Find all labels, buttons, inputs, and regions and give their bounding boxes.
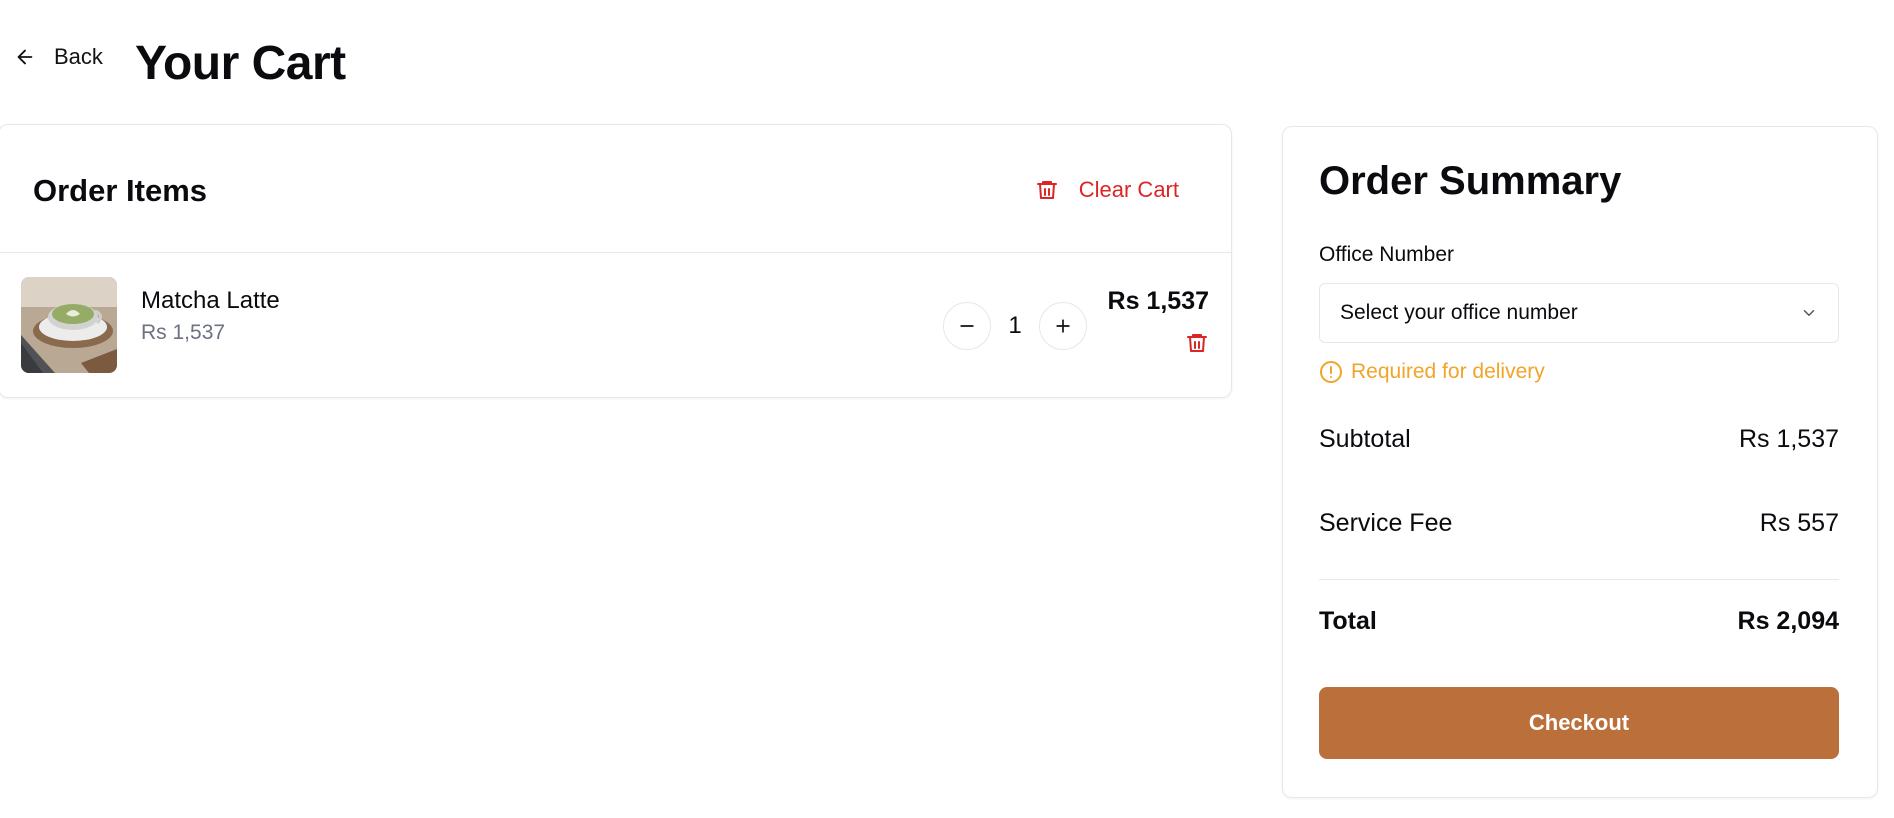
order-summary-card: Order Summary Office Number Select your … (1282, 126, 1878, 798)
total-value: Rs 2,094 (1737, 607, 1839, 635)
service-fee-label: Service Fee (1319, 509, 1453, 537)
order-items-title: Order Items (33, 173, 208, 208)
trash-icon (1187, 334, 1207, 352)
page-title: Your Cart (135, 37, 346, 90)
back-label: Back (54, 44, 103, 69)
summary-divider (1319, 579, 1839, 580)
trash-icon (1036, 181, 1057, 199)
checkout-button[interactable]: Checkout (1319, 687, 1839, 759)
item-name: Matcha Latte (141, 287, 280, 314)
item-unit-price: Rs 1,537 (141, 321, 226, 344)
item-quantity: 1 (1008, 312, 1022, 339)
increase-quantity-button[interactable] (1039, 302, 1087, 350)
back-button[interactable]: Back (14, 44, 103, 70)
total-row: Total Rs 2,094 (1319, 607, 1839, 636)
office-warning-text: Required for delivery (1351, 360, 1545, 383)
chevron-down-icon (1803, 310, 1815, 316)
office-number-select[interactable]: Select your office number (1319, 283, 1839, 343)
subtotal-row: Subtotal Rs 1,537 (1319, 425, 1839, 454)
arrow-left-icon (17, 49, 33, 65)
service-fee-value: Rs 557 (1759, 509, 1839, 537)
item-line-total: Rs 1,537 (1107, 287, 1209, 315)
clear-cart-button[interactable]: Clear Cart (1035, 177, 1179, 203)
order-summary-title: Order Summary (1319, 159, 1622, 203)
office-number-label: Office Number (1319, 243, 1454, 266)
item-thumbnail (21, 277, 117, 373)
cart-item-row: Matcha Latte Rs 1,537 1 Rs 1,537 (0, 253, 1231, 397)
total-label: Total (1319, 607, 1377, 635)
clear-cart-label: Clear Cart (1078, 177, 1179, 202)
order-items-header: Order Items Clear Cart (0, 125, 1231, 253)
plus-icon (1056, 319, 1070, 333)
decrease-quantity-button[interactable] (943, 302, 991, 350)
subtotal-value: Rs 1,537 (1738, 425, 1839, 453)
minus-icon (960, 325, 974, 327)
service-fee-row: Service Fee Rs 557 (1319, 509, 1839, 538)
office-number-placeholder: Select your office number (1340, 301, 1578, 324)
order-items-card: Order Items Clear Cart Matcha Latte Rs 1… (0, 124, 1232, 398)
office-warning: Required for delivery (1319, 360, 1545, 384)
subtotal-label: Subtotal (1319, 425, 1411, 453)
alert-circle-icon (1320, 361, 1342, 383)
remove-item-button[interactable] (1185, 331, 1209, 360)
